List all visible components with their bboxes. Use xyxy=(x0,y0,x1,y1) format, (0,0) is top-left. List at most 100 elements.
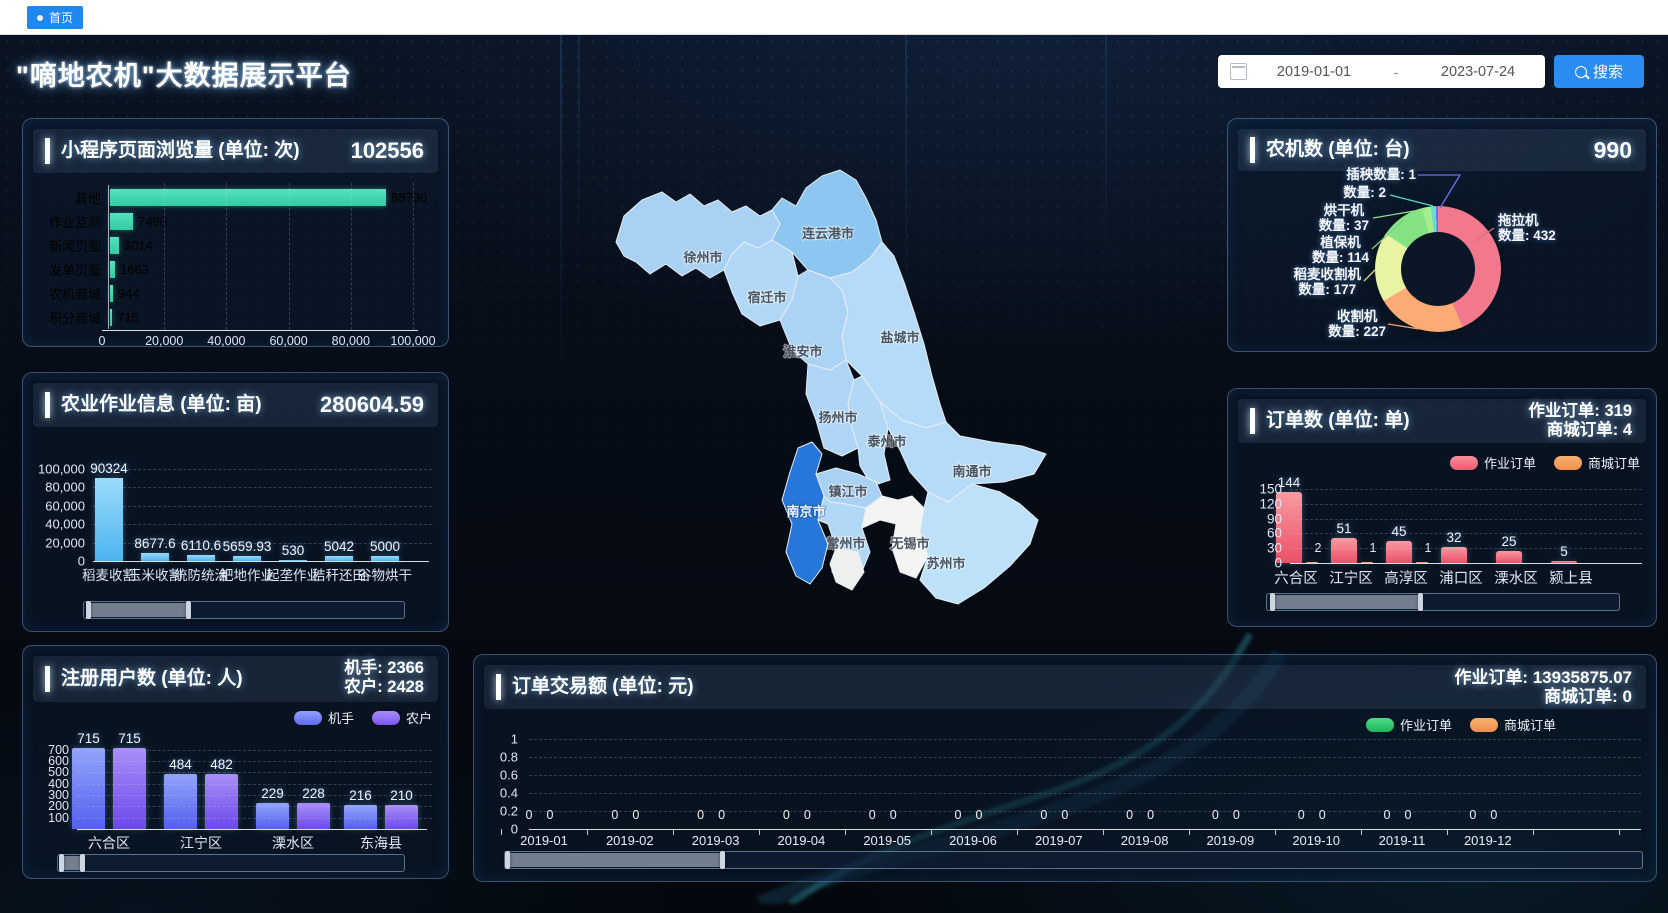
data-zoom-window[interactable] xyxy=(88,603,188,617)
bar-work[interactable]: 32 xyxy=(1441,547,1467,563)
gridline xyxy=(1290,504,1642,505)
panel-page-views-total: 102556 xyxy=(351,129,424,173)
bar-value: 1663 xyxy=(120,262,149,277)
x-category: 2019-08 xyxy=(1121,833,1169,848)
legend-swatch-machinist xyxy=(294,711,322,725)
data-zoom-handle-left[interactable] xyxy=(505,851,510,869)
gridline xyxy=(529,775,1641,776)
map-label-taizhou: 泰州市 xyxy=(866,434,906,449)
bar-value: 7490 xyxy=(138,214,167,229)
bar-work[interactable]: 25 xyxy=(1496,551,1522,563)
gridline xyxy=(77,772,432,773)
bar[interactable] xyxy=(110,309,112,326)
bar-value: 3014 xyxy=(124,238,153,253)
tab-dot-icon xyxy=(37,15,43,21)
bar-work[interactable]: 45 xyxy=(1386,541,1412,563)
data-zoom-handle-right[interactable] xyxy=(1418,593,1423,611)
data-zoom-handle-left[interactable] xyxy=(59,854,64,872)
gridline xyxy=(1017,829,1018,835)
panel-farming-total: 280604.59 xyxy=(320,383,424,427)
gridline xyxy=(587,829,588,835)
x-category: 高淳区 xyxy=(1384,567,1428,588)
data-zoom-window[interactable] xyxy=(507,853,722,867)
legend-item-machinist[interactable]: 机手 xyxy=(294,708,354,727)
bar-value: 5042 xyxy=(324,539,354,554)
tab-home[interactable]: 首页 xyxy=(27,6,83,29)
slice-count: 数量: 177 xyxy=(1294,282,1362,297)
bar[interactable]: 90324 xyxy=(95,478,123,561)
bar[interactable]: 8677.6 xyxy=(141,553,169,561)
x-axis-line xyxy=(1290,563,1642,564)
x-category: 2019-02 xyxy=(606,833,654,848)
gridline xyxy=(77,795,432,796)
data-zoom-handle-left[interactable] xyxy=(86,601,91,619)
search-button[interactable]: 搜索 xyxy=(1554,55,1644,88)
bar-work[interactable]: 51 xyxy=(1331,538,1357,563)
bar[interactable] xyxy=(110,237,119,254)
legend-item-work-orders[interactable]: 作业订单 xyxy=(1450,453,1536,472)
calendar-icon xyxy=(1230,63,1247,80)
data-zoom-handle-right[interactable] xyxy=(80,854,85,872)
map-label-yancheng: 盐城市 xyxy=(880,330,919,345)
jiangsu-map: 连云港市 徐州市 宿迁市 盐城市 淮安市 扬州市 泰州市 南通市 南京市 镇江市… xyxy=(600,150,1060,610)
amount-plot: 2019-01002019-02002019-03002019-04002019… xyxy=(474,655,1656,881)
stat-machinists: 机手: 2366 xyxy=(344,659,424,678)
data-zoom-handle-right[interactable] xyxy=(186,601,191,619)
gridline xyxy=(529,739,1641,740)
bar[interactable] xyxy=(110,261,115,278)
slice-count: 数量: 114 xyxy=(1312,250,1369,265)
panel-orders-title: 订单数 (单位: 单) xyxy=(1266,399,1410,443)
legend-item-farmer[interactable]: 农户 xyxy=(372,708,432,727)
legend-label: 机手 xyxy=(328,708,354,727)
bar-value: 25 xyxy=(1501,534,1516,549)
slice-label-zhibaoji: 植保机 数量: 114 xyxy=(1312,235,1369,265)
bar[interactable] xyxy=(110,189,386,206)
date-end-input[interactable]: 2023-07-24 xyxy=(1411,64,1545,80)
legend-item-mall-orders[interactable]: 商城订单 xyxy=(1554,453,1640,472)
data-zoom-slider[interactable] xyxy=(57,854,405,872)
data-zoom-slider[interactable] xyxy=(83,601,405,619)
gridline xyxy=(93,469,432,470)
date-start-input[interactable]: 2019-01-01 xyxy=(1247,64,1381,80)
x-category: 谷物烘干 xyxy=(358,564,412,584)
date-range-picker[interactable]: 2019-01-01 - 2023-07-24 xyxy=(1218,55,1545,88)
x-category: 溧水区 xyxy=(272,833,314,853)
search-button-label: 搜索 xyxy=(1593,61,1623,82)
axis-tick: 30 xyxy=(1228,541,1282,556)
bar-farmer[interactable]: 482 xyxy=(205,774,238,829)
slice-label-daomai: 稻麦收割机 数量: 177 xyxy=(1294,267,1362,297)
map-region-changzhou-south[interactable] xyxy=(830,548,864,590)
map-label-nanjing: 南京市 xyxy=(786,504,825,519)
bar-zone: 715 xyxy=(108,305,139,329)
map-label-lianyungang: 连云港市 xyxy=(802,226,854,241)
bar[interactable] xyxy=(110,285,113,302)
data-zoom-handle-left[interactable] xyxy=(1270,593,1275,611)
map-region-suzhou[interactable] xyxy=(920,484,1038,604)
gridline xyxy=(289,183,290,330)
x-category: 六合区 xyxy=(88,833,130,853)
data-zoom-slider[interactable] xyxy=(504,851,1643,869)
gridline xyxy=(77,784,432,785)
bar-value: 5000 xyxy=(370,539,400,554)
slice-count: 数量: 432 xyxy=(1498,228,1556,243)
bar-zone: 3014 xyxy=(108,233,153,257)
bar[interactable] xyxy=(110,213,133,230)
page-title: "嘀地农机"大数据展示平台 xyxy=(16,54,352,93)
dashboard: "嘀地农机"大数据展示平台 2019-01-01 - 2023-07-24 搜索… xyxy=(0,34,1668,913)
panel-farming-header: 农业作业信息 (单位: 亩) 280604.59 xyxy=(33,383,438,427)
slice-count: 数量: 227 xyxy=(1328,324,1386,339)
bar-zone: 88730 xyxy=(108,185,427,209)
bar-category: 积分商城 xyxy=(37,308,108,327)
legend-label: 农户 xyxy=(406,708,432,727)
data-zoom-handle-right[interactable] xyxy=(720,851,725,869)
bar-category: 作业监测 xyxy=(37,212,108,231)
legend-swatch-work xyxy=(1450,456,1478,470)
bar-value: 715 xyxy=(118,731,141,746)
search-icon xyxy=(1575,66,1587,78)
data-zoom-window[interactable] xyxy=(1272,595,1420,609)
data-zoom-slider[interactable] xyxy=(1266,593,1620,611)
x-category: 2019-06 xyxy=(949,833,997,848)
gridline xyxy=(77,806,432,807)
axis-tick: 60,000 xyxy=(23,498,85,513)
bar-machinist[interactable]: 484 xyxy=(164,774,197,829)
